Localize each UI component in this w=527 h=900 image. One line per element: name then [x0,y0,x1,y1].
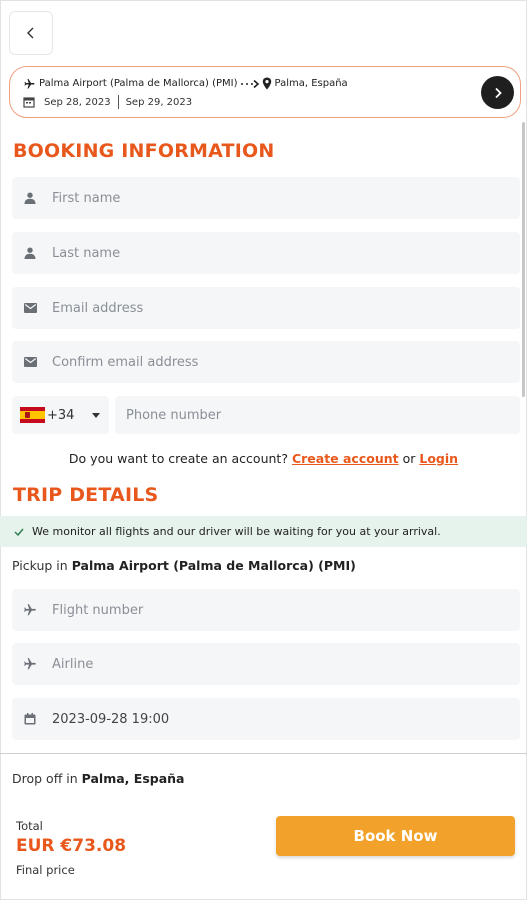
confirm-email-placeholder: Confirm email address [52,354,199,370]
or-text: or [402,451,416,466]
login-link[interactable]: Login [419,451,458,466]
notice-text: We monitor all flights and our driver wi… [32,525,441,538]
person-icon [22,245,38,261]
flight-number-placeholder: Flight number [52,602,144,618]
confirm-email-field[interactable]: Confirm email address [12,341,520,383]
country-code-value: +34 [47,407,75,423]
country-code-select[interactable]: +34 [12,396,109,434]
pickup-datetime-value: 2023-09-28 19:00 [52,711,170,727]
date-separator [117,95,119,109]
page-frame [0,0,527,900]
caret-down-icon [92,412,101,418]
account-question: Do you want to create an account? [68,451,288,466]
calendar-icon [23,97,35,108]
location-pin-icon [262,77,271,90]
route-from: Palma Airport (Palma de Mallorca) (PMI) [39,78,238,89]
flight-number-field[interactable]: Flight number [12,589,520,631]
route-line: Palma Airport (Palma de Mallorca) (PMI) … [23,77,348,90]
booking-information-title: BOOKING INFORMATION [13,140,275,162]
dropoff-prefix: Drop off in [12,771,78,786]
last-name-field[interactable]: Last name [12,232,520,274]
create-account-link[interactable]: Create account [292,451,399,466]
dropoff-location: Palma, España [81,771,185,786]
dropoff-line: Drop off in Palma, España [12,771,184,786]
date-return: Sep 29, 2023 [125,96,193,108]
check-icon [14,528,24,536]
section-divider [0,753,527,754]
route-to: Palma, España [274,78,348,89]
next-button[interactable] [481,76,514,109]
plane-icon [22,602,38,618]
airline-field[interactable]: Airline [12,643,520,685]
total-label: Total [16,819,43,833]
plane-icon [24,78,35,88]
calendar-icon [22,711,38,727]
pickup-datetime-field[interactable]: 2023-09-28 19:00 [12,698,520,740]
spain-flag-icon [20,407,45,423]
airline-placeholder: Airline [52,656,94,672]
final-price-label: Final price [16,863,75,877]
email-placeholder: Email address [52,300,144,316]
account-prompt: Do you want to create an account? Create… [0,451,527,466]
person-icon [22,190,38,206]
back-button[interactable] [9,11,53,55]
envelope-icon [22,354,38,370]
first-name-field[interactable]: First name [12,177,520,219]
last-name-placeholder: Last name [52,245,121,261]
flight-monitor-notice: We monitor all flights and our driver wi… [0,516,527,547]
email-field[interactable]: Email address [12,287,520,329]
pickup-prefix: Pickup in [12,558,68,573]
pickup-location: Palma Airport (Palma de Mallorca) (PMI) [71,558,356,573]
chevron-left-icon [27,27,34,39]
total-price: EUR €73.08 [16,836,127,856]
scrollbar[interactable] [522,122,525,397]
route-summary-card[interactable]: Palma Airport (Palma de Mallorca) (PMI) … [9,66,521,118]
pickup-line: Pickup in Palma Airport (Palma de Mallor… [12,558,356,573]
date-outbound: Sep 28, 2023 [44,96,111,108]
book-now-button[interactable]: Book Now [276,816,515,856]
dashed-arrow-icon [240,79,259,88]
envelope-icon [22,300,38,316]
phone-placeholder: Phone number [126,407,222,423]
phone-number-field[interactable]: Phone number [115,396,520,434]
dates-line: Sep 28, 2023 Sep 29, 2023 [23,95,192,109]
first-name-placeholder: First name [52,190,121,206]
chevron-right-icon [494,87,502,98]
trip-details-title: TRIP DETAILS [13,484,159,506]
plane-icon [22,656,38,672]
